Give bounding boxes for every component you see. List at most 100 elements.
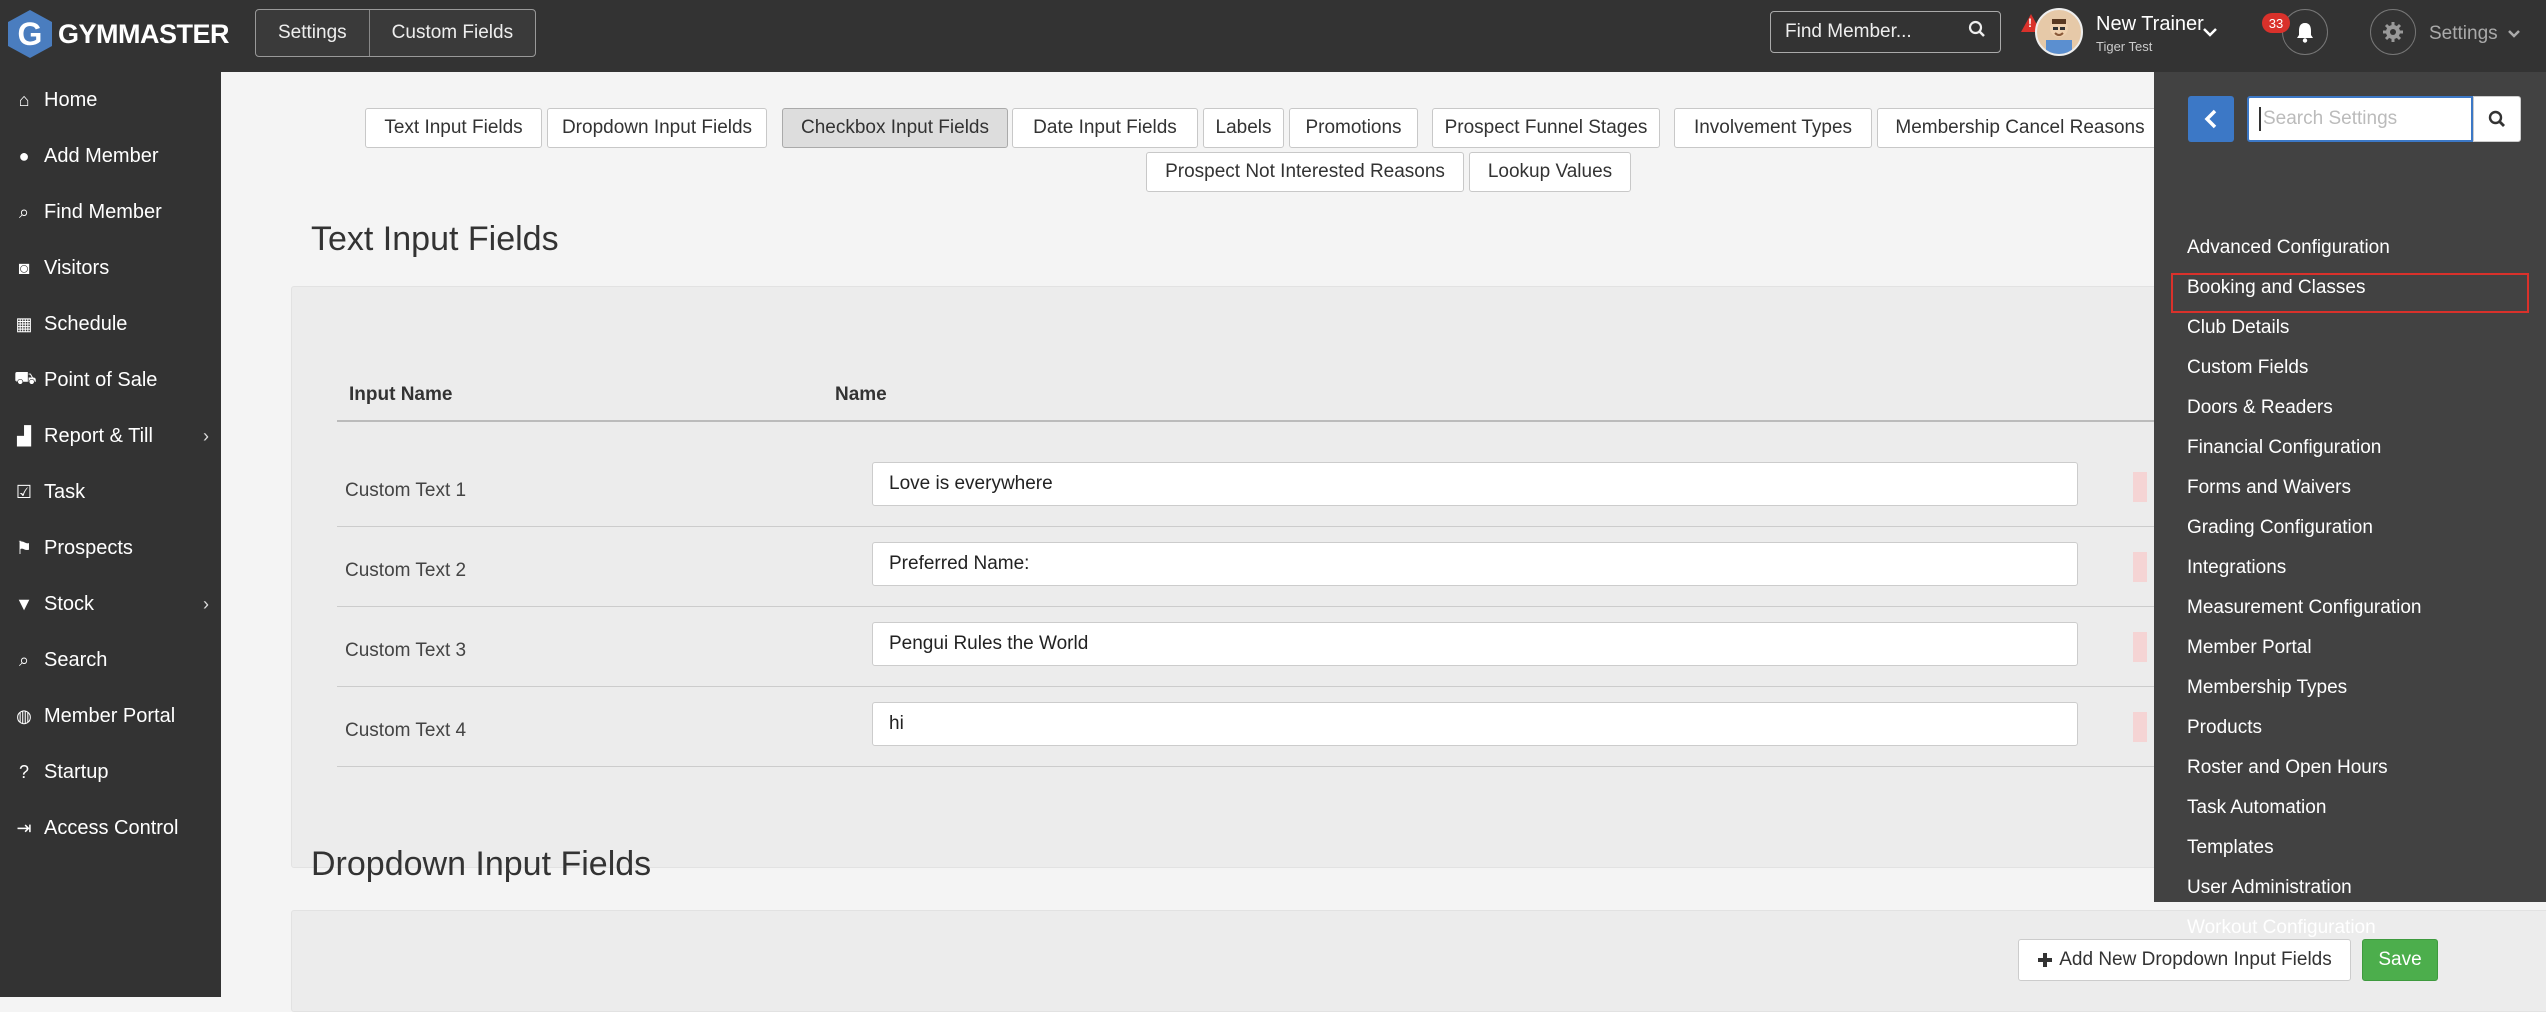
- column-header-input-name: Input Name: [349, 384, 453, 405]
- globe-icon: ◍: [16, 705, 32, 726]
- alert-mark: !: [2028, 16, 2032, 30]
- avatar[interactable]: [2035, 8, 2083, 56]
- sidebar-item-access-control[interactable]: ⇥ Access Control: [0, 800, 221, 856]
- sidebar-item-prospects[interactable]: ⚑ Prospects: [0, 520, 221, 576]
- tab-text-input-fields[interactable]: Text Input Fields: [365, 108, 542, 148]
- search-icon: ⌕: [18, 201, 30, 222]
- delete-button[interactable]: [2133, 632, 2147, 662]
- add-new-dropdown-label: Add New Dropdown Input Fields: [2059, 949, 2332, 970]
- sidebar-item-label: Stock: [44, 592, 95, 615]
- sidebar-item-label: Access Control: [44, 816, 179, 839]
- settings-item-integrations[interactable]: Integrations: [2187, 552, 2286, 584]
- settings-item-workout-configuration[interactable]: Workout Configuration: [2187, 912, 2376, 944]
- bell-icon[interactable]: [2282, 9, 2328, 55]
- tab-prospect-funnel-stages[interactable]: Prospect Funnel Stages: [1432, 108, 1660, 148]
- settings-item-roster-and-open-hours[interactable]: Roster and Open Hours: [2187, 752, 2388, 784]
- settings-item-custom-fields[interactable]: Custom Fields: [2187, 352, 2308, 384]
- sidebar-item-label: Task: [44, 480, 86, 503]
- sidebar-item-schedule[interactable]: ▦ Schedule: [0, 296, 221, 352]
- settings-item-doors-readers[interactable]: Doors & Readers: [2187, 392, 2333, 424]
- sidebar-item-report-till[interactable]: ▟ Report & Till ›: [0, 408, 221, 464]
- settings-search-input[interactable]: Search Settings: [2247, 96, 2473, 142]
- sidebar-item-add-member[interactable]: ● Add Member: [0, 128, 221, 184]
- breadcrumb-settings[interactable]: Settings: [256, 10, 369, 56]
- settings-item-member-portal[interactable]: Member Portal: [2187, 632, 2312, 664]
- search-icon[interactable]: [1968, 20, 1986, 44]
- settings-item-user-administration[interactable]: User Administration: [2187, 872, 2352, 904]
- sidebar-item-member-portal[interactable]: ◍ Member Portal: [0, 688, 221, 744]
- settings-item-membership-types[interactable]: Membership Types: [2187, 672, 2347, 704]
- sign-in-icon: ⇥: [16, 817, 32, 838]
- find-member-placeholder: Find Member...: [1785, 21, 1912, 42]
- chevron-right-icon[interactable]: ›: [203, 594, 209, 615]
- custom-text-name-field[interactable]: Pengui Rules the World: [872, 622, 2078, 666]
- checkbox-icon: ☑: [15, 481, 33, 502]
- chevron-down-icon[interactable]: [2202, 22, 2218, 43]
- user-icon: ●: [18, 145, 30, 166]
- settings-menu-toggle[interactable]: Settings: [2429, 23, 2521, 45]
- search-icon: [2488, 110, 2505, 127]
- cart-icon: ⛟: [14, 368, 37, 388]
- gymmaster-logo[interactable]: G GYMMASTER: [8, 10, 230, 58]
- settings-item-grading-configuration[interactable]: Grading Configuration: [2187, 512, 2373, 544]
- gear-icon[interactable]: [2370, 9, 2416, 55]
- sidebar-item-label: Find Member: [44, 200, 162, 223]
- back-button[interactable]: [2188, 96, 2234, 142]
- sidebar-item-label: Home: [44, 88, 98, 111]
- custom-text-name-field[interactable]: Preferred Name:: [872, 542, 2078, 586]
- custom-text-name-field[interactable]: Love is everywhere: [872, 462, 2078, 506]
- tab-labels[interactable]: Labels: [1203, 108, 1284, 148]
- sidebar-item-stock[interactable]: ▼ Stock ›: [0, 576, 221, 632]
- settings-item-measurement-configuration[interactable]: Measurement Configuration: [2187, 592, 2421, 624]
- settings-item-advanced-configuration[interactable]: Advanced Configuration: [2187, 232, 2390, 264]
- chevron-right-icon[interactable]: ›: [203, 426, 209, 447]
- column-header-name: Name: [835, 384, 887, 405]
- sidebar-item-label: Report & Till: [44, 424, 153, 447]
- calendar-icon: ▦: [15, 313, 33, 334]
- delete-button[interactable]: [2133, 712, 2147, 742]
- sidebar-item-task[interactable]: ☑ Task: [0, 464, 221, 520]
- settings-search-button[interactable]: [2473, 96, 2521, 142]
- tab-dropdown-input-fields[interactable]: Dropdown Input Fields: [547, 108, 767, 148]
- tab-membership-cancel-reasons[interactable]: Membership Cancel Reasons: [1877, 108, 2163, 148]
- settings-item-club-details[interactable]: Club Details: [2187, 312, 2289, 344]
- settings-item-templates[interactable]: Templates: [2187, 832, 2274, 864]
- breadcrumb-custom-fields[interactable]: Custom Fields: [370, 10, 535, 56]
- sidebar-item-search[interactable]: ⌕ Search: [0, 632, 221, 688]
- sidebar-item-point-of-sale[interactable]: ⛟ Point of Sale: [0, 352, 221, 408]
- delete-button[interactable]: [2133, 552, 2147, 582]
- tab-date-input-fields[interactable]: Date Input Fields: [1012, 108, 1198, 148]
- delete-button[interactable]: [2133, 472, 2147, 502]
- search-icon: ⌕: [18, 649, 30, 670]
- add-new-dropdown-button[interactable]: Add New Dropdown Input Fields: [2018, 939, 2351, 981]
- settings-dropdown: Search Settings Advanced Configuration Bo…: [2154, 72, 2546, 938]
- sidebar-item-find-member[interactable]: ⌕ Find Member: [0, 184, 221, 240]
- row-input-name: Custom Text 1: [345, 480, 467, 501]
- row-divider: [337, 606, 2227, 607]
- tab-promotions[interactable]: Promotions: [1289, 108, 1418, 148]
- sidebar-item-label: Add Member: [44, 144, 159, 167]
- shirt-icon: ▼: [15, 593, 33, 614]
- settings-item-task-automation[interactable]: Task Automation: [2187, 792, 2326, 824]
- settings-item-products[interactable]: Products: [2187, 712, 2262, 744]
- user-subtitle: Tiger Test: [2096, 39, 2153, 54]
- tab-lookup-values[interactable]: Lookup Values: [1469, 152, 1631, 192]
- tab-involvement-types[interactable]: Involvement Types: [1674, 108, 1872, 148]
- settings-item-forms-and-waivers[interactable]: Forms and Waivers: [2187, 472, 2351, 504]
- find-member-input[interactable]: Find Member...: [1770, 11, 2001, 53]
- table-header-divider: [337, 420, 2227, 422]
- custom-text-name-field[interactable]: hi: [872, 702, 2078, 746]
- text-input-fields-title: Text Input Fields: [311, 220, 559, 258]
- user-name[interactable]: New Trainer: [2096, 13, 2204, 36]
- chart-icon: ▟: [17, 425, 31, 446]
- sidebar-item-startup[interactable]: ? Startup: [0, 744, 221, 800]
- sidebar-item-visitors[interactable]: ◙ Visitors: [0, 240, 221, 296]
- settings-label: Settings: [2429, 23, 2498, 44]
- flag-icon: ⚑: [15, 537, 33, 558]
- save-button[interactable]: Save: [2362, 939, 2438, 981]
- settings-item-booking-and-classes[interactable]: Booking and Classes: [2187, 272, 2366, 304]
- tab-checkbox-input-fields[interactable]: Checkbox Input Fields: [782, 108, 1008, 148]
- settings-item-financial-configuration[interactable]: Financial Configuration: [2187, 432, 2381, 464]
- tab-prospect-not-interested-reasons[interactable]: Prospect Not Interested Reasons: [1146, 152, 1464, 192]
- sidebar-item-home[interactable]: ⌂ Home: [0, 72, 221, 128]
